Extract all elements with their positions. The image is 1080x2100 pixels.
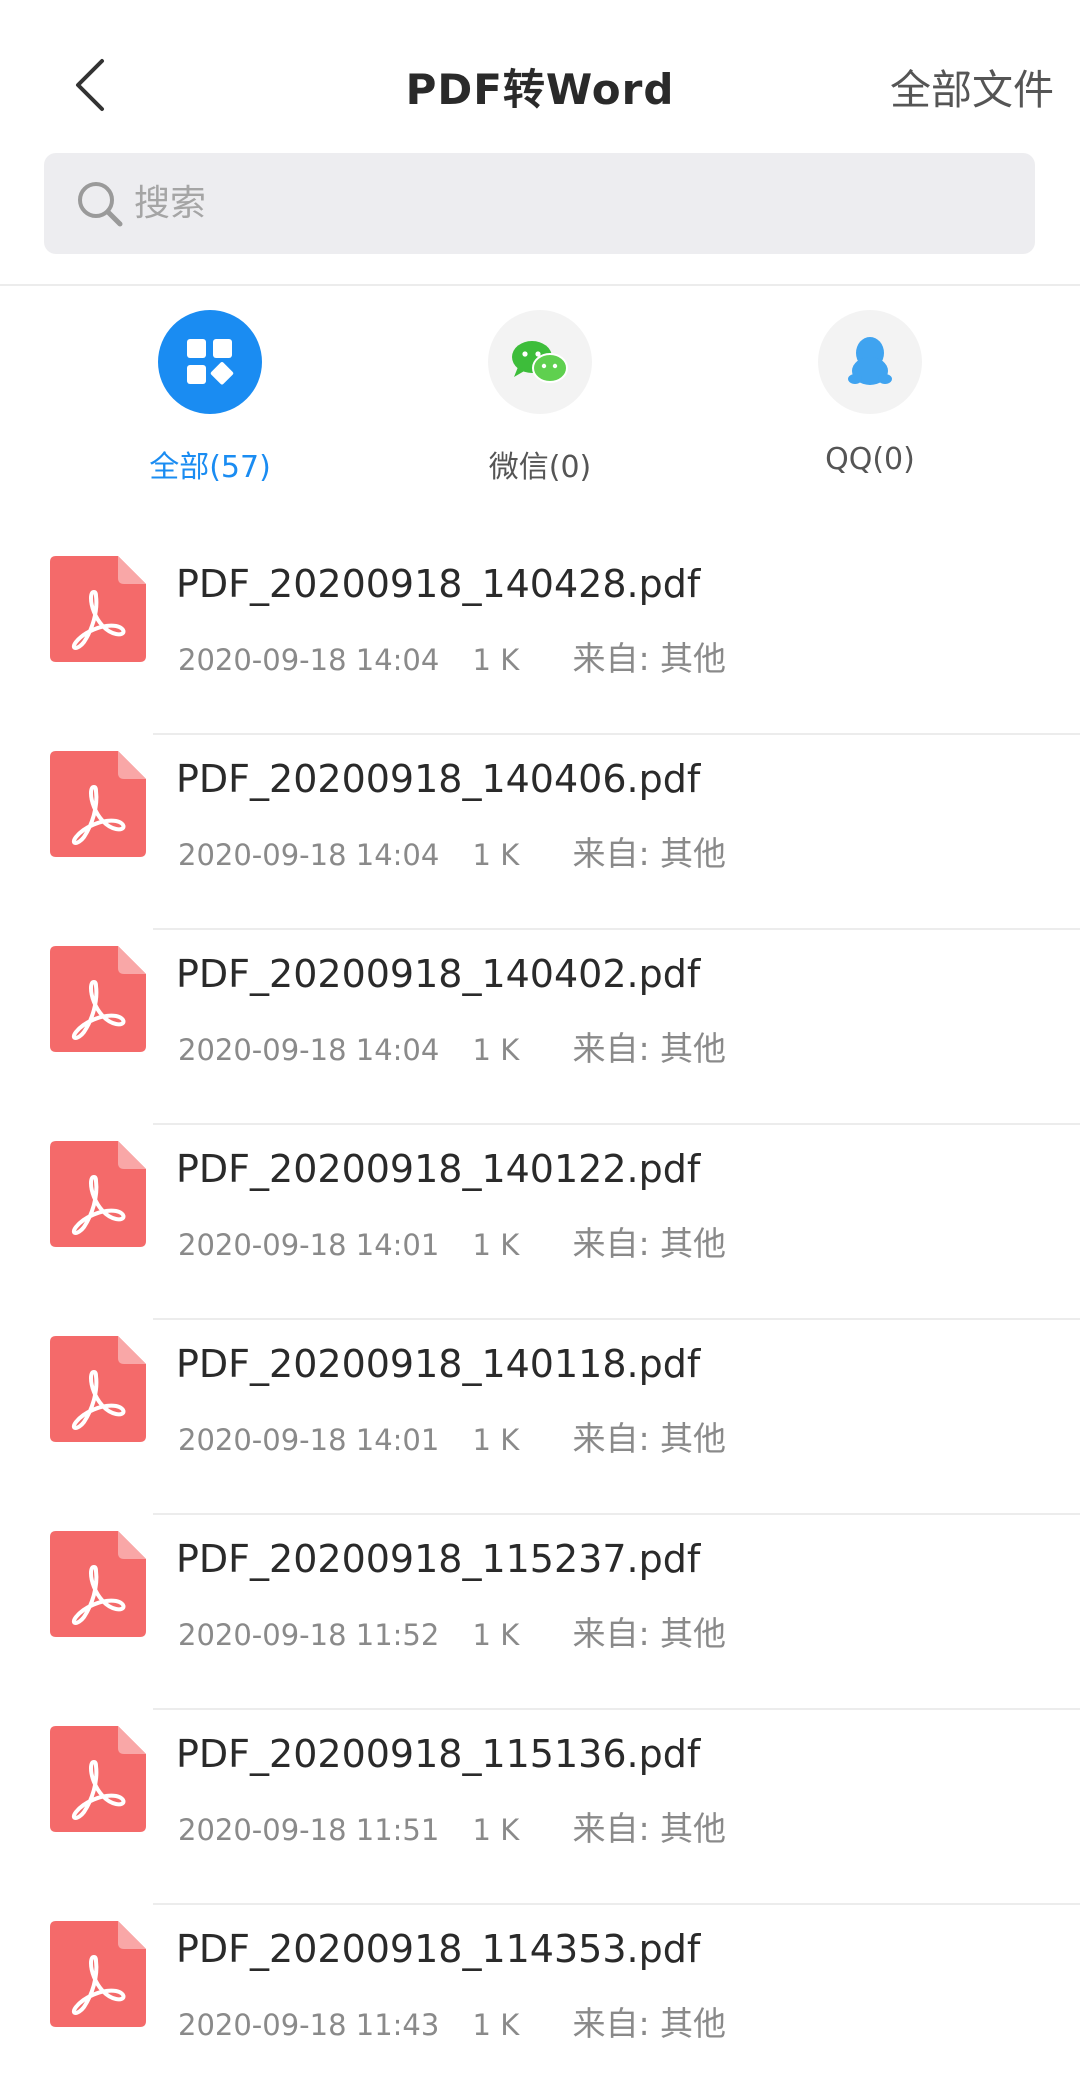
- file-size: 1 K: [472, 643, 520, 677]
- wechat-icon: [512, 341, 568, 383]
- top-bar: PDF转Word 全部文件: [0, 0, 1080, 150]
- file-date: 2020-09-18 14:04: [178, 1033, 440, 1067]
- pdf-file-icon: [50, 556, 146, 662]
- filter-qq[interactable]: QQ(0): [760, 310, 980, 477]
- file-name: PDF_20200918_140428.pdf: [176, 562, 701, 606]
- filter-all-label: 全部(57): [149, 450, 271, 485]
- search-input[interactable]: [132, 182, 956, 225]
- file-size: 1 K: [472, 1423, 520, 1457]
- file-date: 2020-09-18 14:04: [178, 838, 440, 872]
- pdf-file-icon: [50, 1336, 146, 1442]
- file-row[interactable]: PDF_20200918_140428.pdf 2020-09-18 14:04…: [0, 540, 1080, 735]
- file-date: 2020-09-18 14:01: [178, 1228, 440, 1262]
- file-source: 来自: 其他: [572, 834, 727, 873]
- file-source: 来自: 其他: [572, 1809, 727, 1848]
- file-source: 来自: 其他: [572, 1419, 727, 1458]
- file-date: 2020-09-18 11:52: [178, 1618, 440, 1652]
- file-size: 1 K: [472, 1033, 520, 1067]
- filter-all-circle: [158, 310, 262, 414]
- file-name: PDF_20200918_140118.pdf: [176, 1342, 701, 1386]
- file-row[interactable]: PDF_20200918_115136.pdf 2020-09-18 11:51…: [0, 1710, 1080, 1905]
- file-meta: 2020-09-18 11:52 1 K 来自: 其他: [178, 1607, 726, 1655]
- pdf-file-icon: [50, 1531, 146, 1637]
- file-source: 来自: 其他: [572, 2004, 727, 2043]
- file-source: 来自: 其他: [572, 1614, 727, 1653]
- file-size: 1 K: [472, 838, 520, 872]
- all-files-link[interactable]: 全部文件: [890, 56, 1054, 116]
- file-source: 来自: 其他: [572, 1224, 727, 1263]
- file-row[interactable]: PDF_20200918_115237.pdf 2020-09-18 11:52…: [0, 1515, 1080, 1710]
- file-meta: 2020-09-18 14:01 1 K 来自: 其他: [178, 1217, 726, 1265]
- file-meta: 2020-09-18 14:04 1 K 来自: 其他: [178, 827, 726, 875]
- file-name: PDF_20200918_115237.pdf: [176, 1537, 701, 1581]
- file-name: PDF_20200918_114353.pdf: [176, 1927, 701, 1971]
- pdf-file-icon: [50, 946, 146, 1052]
- qq-penguin-icon: [848, 337, 892, 385]
- file-size: 1 K: [472, 1813, 520, 1847]
- file-size: 1 K: [472, 1618, 520, 1652]
- pdf-file-icon: [50, 1141, 146, 1247]
- filter-qq-circle: [818, 310, 922, 414]
- filter-wechat-label: 微信(0): [488, 450, 592, 485]
- file-meta: 2020-09-18 11:43 1 K 来自: 其他: [178, 1997, 726, 2045]
- grid-apps-icon: [187, 339, 234, 385]
- filter-wechat-circle: [488, 310, 592, 414]
- file-row[interactable]: PDF_20200918_140402.pdf 2020-09-18 14:04…: [0, 930, 1080, 1125]
- pdf-file-icon: [50, 751, 146, 857]
- file-date: 2020-09-18 11:43: [178, 2008, 440, 2042]
- search-bar[interactable]: [44, 153, 1035, 254]
- file-meta: 2020-09-18 14:04 1 K 来自: 其他: [178, 1022, 726, 1070]
- file-row[interactable]: PDF_20200918_140122.pdf 2020-09-18 14:01…: [0, 1125, 1080, 1320]
- file-source: 来自: 其他: [572, 1029, 727, 1068]
- file-meta: 2020-09-18 14:01 1 K 来自: 其他: [178, 1412, 726, 1460]
- search-icon: [78, 181, 123, 226]
- file-row[interactable]: PDF_20200918_114353.pdf 2020-09-18 11:43…: [0, 1905, 1080, 2100]
- pdf-file-icon: [50, 1921, 146, 2027]
- file-meta: 2020-09-18 14:04 1 K 来自: 其他: [178, 632, 726, 680]
- file-date: 2020-09-18 14:01: [178, 1423, 440, 1457]
- filter-all[interactable]: 全部(57): [100, 310, 320, 486]
- pdf-file-icon: [50, 1726, 146, 1832]
- file-date: 2020-09-18 14:04: [178, 643, 440, 677]
- file-row[interactable]: PDF_20200918_140406.pdf 2020-09-18 14:04…: [0, 735, 1080, 930]
- file-source: 来自: 其他: [572, 639, 727, 678]
- filter-wechat[interactable]: 微信(0): [430, 310, 650, 486]
- file-name: PDF_20200918_140406.pdf: [176, 757, 701, 801]
- file-row[interactable]: PDF_20200918_140118.pdf 2020-09-18 14:01…: [0, 1320, 1080, 1515]
- file-name: PDF_20200918_140122.pdf: [176, 1147, 701, 1191]
- header-divider: [0, 284, 1080, 286]
- file-list: PDF_20200918_140428.pdf 2020-09-18 14:04…: [0, 540, 1080, 2100]
- filter-qq-label: QQ(0): [825, 442, 915, 477]
- file-size: 1 K: [472, 2008, 520, 2042]
- file-name: PDF_20200918_115136.pdf: [176, 1732, 701, 1776]
- file-size: 1 K: [472, 1228, 520, 1262]
- file-date: 2020-09-18 11:51: [178, 1813, 440, 1847]
- file-name: PDF_20200918_140402.pdf: [176, 952, 701, 996]
- file-meta: 2020-09-18 11:51 1 K 来自: 其他: [178, 1802, 726, 1850]
- source-filter: 全部(57) 微信(0) QQ(0): [0, 310, 1080, 500]
